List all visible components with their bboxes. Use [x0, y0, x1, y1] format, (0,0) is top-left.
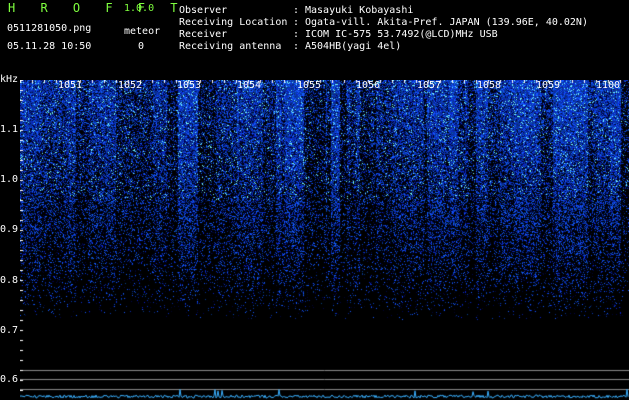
- x-tick-label: 1053: [177, 80, 202, 91]
- x-tick-label: 1056: [356, 80, 381, 91]
- info-value-antenna: A504HB(yagi 4el): [305, 41, 402, 52]
- y-tick-label: 0.6: [0, 374, 19, 385]
- header-panel: H R O F F T 1.0.0 0511281050.png meteor …: [0, 0, 629, 78]
- info-key-observer: Observer: [179, 5, 228, 16]
- x-tick-label: 1052: [118, 80, 143, 91]
- y-tick-label: 1.0: [0, 174, 19, 185]
- info-value-observer: Masayuki Kobayashi: [305, 5, 414, 16]
- app-brand: H R O F F T: [8, 1, 187, 15]
- info-separator: :: [293, 17, 300, 28]
- x-tick-label: 1055: [297, 80, 322, 91]
- y-tick-label: 0.8: [0, 275, 19, 286]
- file-name: 0511281050.png: [7, 23, 92, 34]
- info-value-receiver: ICOM IC-575 53.7492(@LCD)MHz USB: [305, 29, 498, 40]
- app-version: 1.0.0: [124, 3, 155, 14]
- y-tick-label: 0.9: [0, 224, 19, 235]
- y-axis-unit: kHz: [0, 74, 19, 85]
- info-separator: :: [293, 5, 300, 16]
- x-tick-label: 1059: [536, 80, 561, 91]
- file-datetime: 05.11.28 10:50: [7, 41, 92, 52]
- y-tick-label: 0.7: [0, 325, 19, 336]
- info-key-receiver: Receiver: [179, 29, 228, 40]
- info-value-location: Ogata-vill. Akita-Pref. JAPAN (139.96E, …: [305, 17, 588, 28]
- info-key-antenna: Receiving antenna: [179, 41, 282, 52]
- x-tick-label: 1051: [58, 80, 83, 91]
- info-key-location: Receiving Location: [179, 17, 288, 28]
- x-tick-label: 1100: [596, 80, 621, 91]
- spectrogram-canvas: [20, 80, 629, 400]
- info-separator: :: [293, 29, 300, 40]
- x-tick-label: 1057: [417, 80, 442, 91]
- x-tick-label: 1054: [237, 80, 262, 91]
- meteor-count: 0: [138, 41, 145, 52]
- y-tick-label: 1.1: [0, 124, 19, 135]
- x-tick-label: 1058: [477, 80, 502, 91]
- meteor-label: meteor: [124, 26, 161, 37]
- info-separator: :: [293, 41, 300, 52]
